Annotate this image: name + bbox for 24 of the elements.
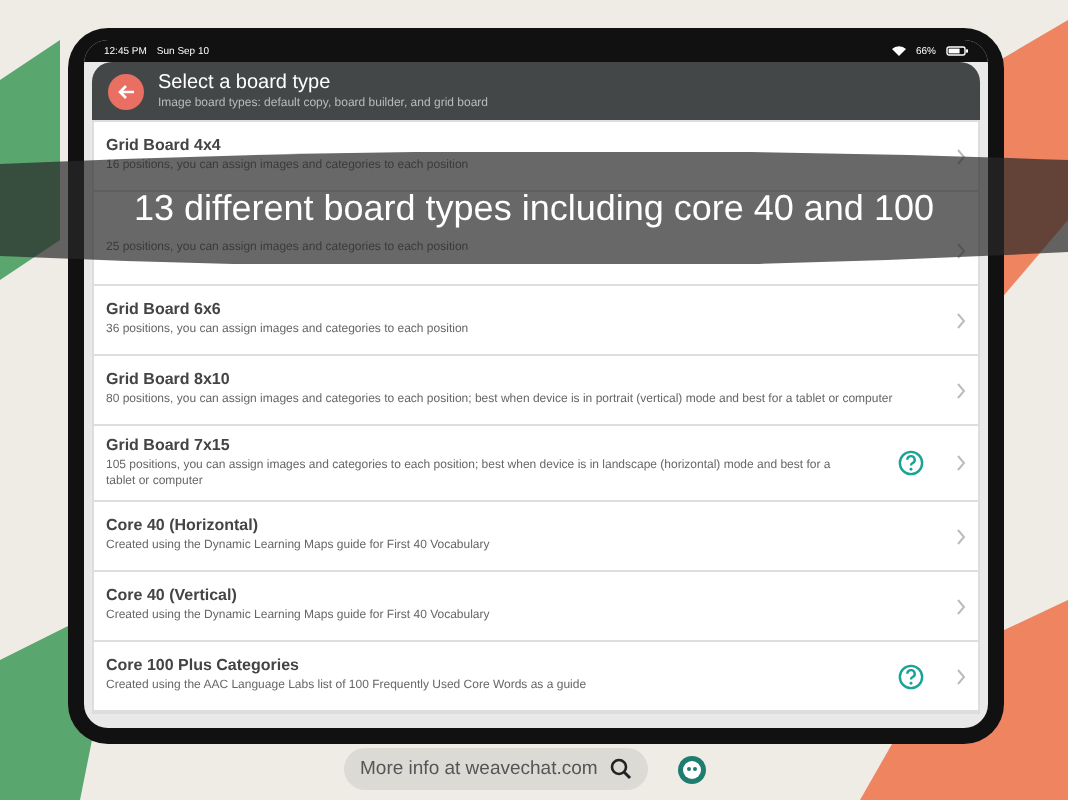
board-title: Grid Board 4x4 bbox=[106, 136, 223, 155]
help-icon[interactable] bbox=[898, 663, 924, 689]
board-title: Core 100 Plus Categories bbox=[106, 656, 301, 675]
chevron-icon bbox=[956, 311, 966, 329]
back-arrow-icon bbox=[117, 83, 135, 99]
header-title: Select a board type bbox=[158, 72, 333, 94]
wifi-icon bbox=[891, 46, 906, 56]
back-button[interactable] bbox=[108, 73, 144, 109]
help-icon[interactable] bbox=[898, 450, 924, 476]
chevron-icon bbox=[956, 527, 966, 545]
battery-icon bbox=[946, 46, 968, 56]
board-title: Grid Board 6x6 bbox=[106, 300, 223, 319]
board-title: Grid Board 8x10 bbox=[106, 370, 232, 389]
chevron-icon bbox=[956, 454, 966, 472]
board-title: Core 40 (Vertical) bbox=[106, 586, 239, 605]
chevron-icon bbox=[956, 667, 966, 685]
logo-icon bbox=[675, 753, 708, 785]
website-link[interactable]: More info at weavechat.com bbox=[344, 748, 648, 790]
search-icon bbox=[609, 758, 632, 780]
chevron-icon bbox=[956, 597, 966, 615]
board-title: Core 40 (Horizontal) bbox=[106, 516, 261, 535]
chevron-icon bbox=[956, 381, 966, 399]
board-title: Grid Board 7x15 bbox=[106, 436, 232, 454]
caption-text: 13 different board types including core 40 and 100 bbox=[134, 187, 934, 229]
